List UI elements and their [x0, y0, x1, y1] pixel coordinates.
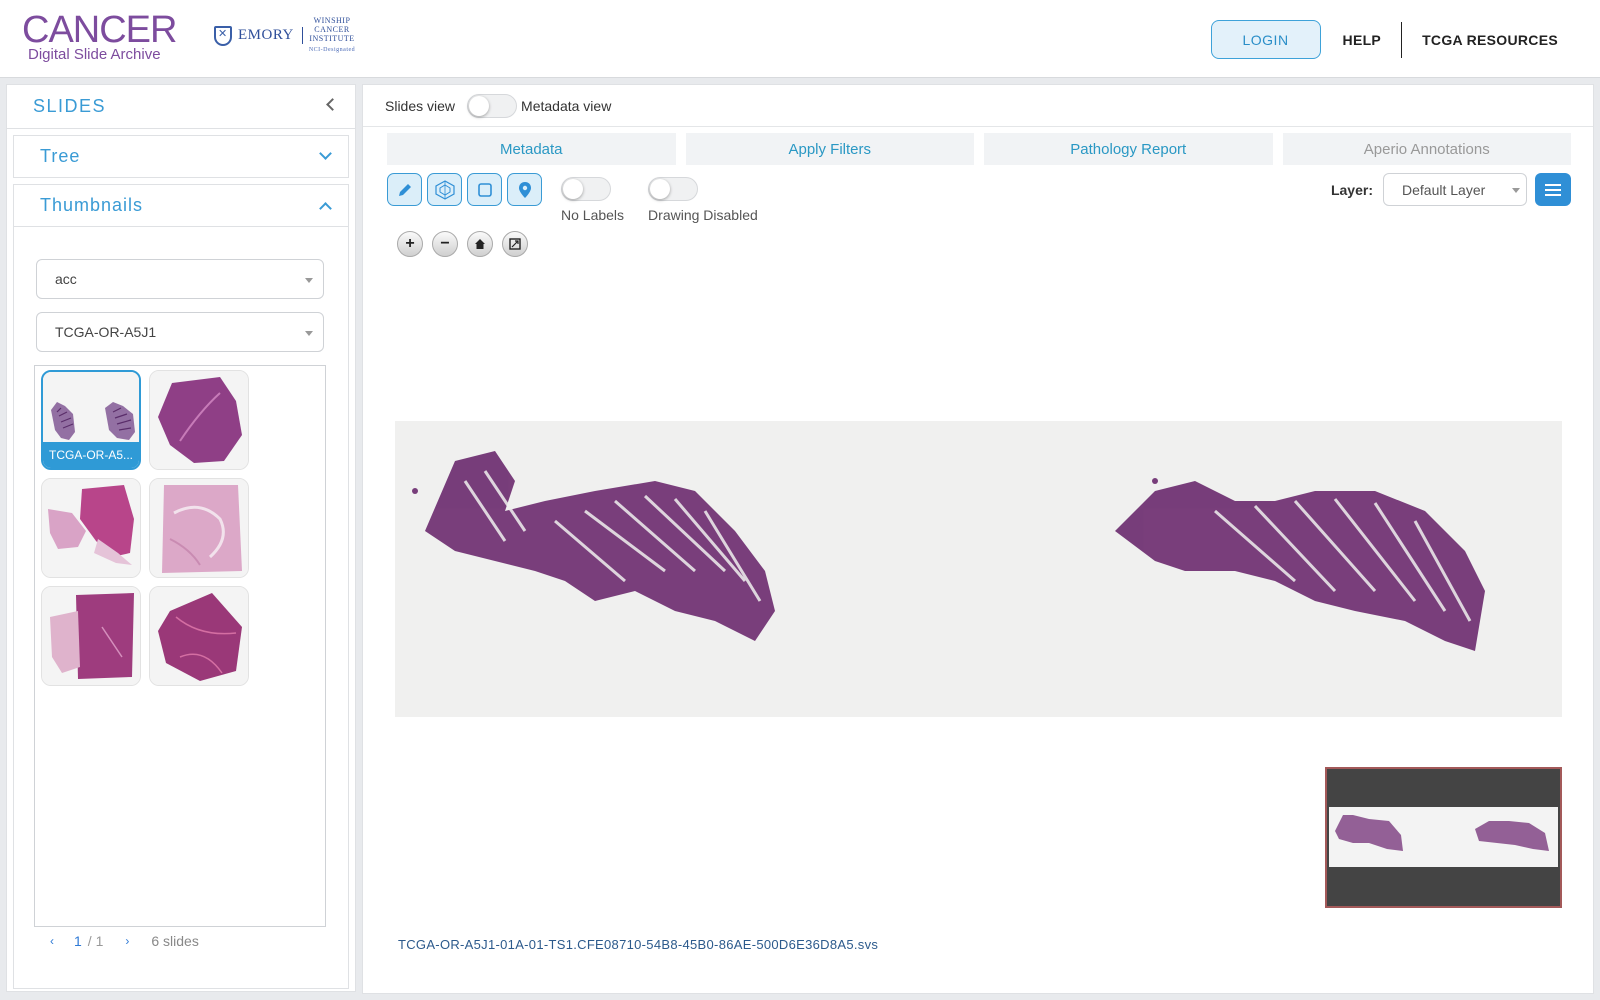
tree-accordion[interactable]: Tree: [13, 135, 349, 178]
tab-metadata[interactable]: Metadata: [387, 133, 676, 165]
map-pin-icon: [518, 181, 531, 198]
slide-filename: TCGA-OR-A5J1-01A-01-TS1.CFE08710-54B8-45…: [398, 937, 879, 952]
thumbnails-panel: acc TCGA-OR-A5J1 TCGA-OR-A5... ‹ 1 / 1 ›…: [13, 227, 349, 989]
case-select[interactable]: TCGA-OR-A5J1: [36, 312, 324, 352]
slide-thumbnail[interactable]: [149, 370, 249, 470]
tissue-slide-image: [395, 421, 1562, 717]
metadata-view-label: Metadata view: [521, 97, 612, 114]
slides-sidebar: SLIDES Tree Thumbnails acc TCGA-OR-A5J1: [6, 84, 356, 992]
tab-apply-filters[interactable]: Apply Filters: [685, 133, 974, 165]
navigator-minimap[interactable]: [1325, 767, 1562, 908]
next-page-button[interactable]: ›: [125, 934, 129, 948]
thumbnails-label: Thumbnails: [40, 195, 144, 215]
slide-thumbnail-image: [150, 479, 248, 577]
layer-selector: Layer: Default Layer: [1331, 173, 1571, 206]
minimap-slide-preview: [1329, 807, 1558, 867]
view-toggle-bar: Slides view Metadata view: [363, 85, 1593, 127]
slide-thumbnail-image: [42, 587, 140, 685]
nci-badge: NCI-Designated: [308, 47, 356, 53]
cancer-dsa-logo[interactable]: CANCER Digital Slide Archive: [22, 9, 177, 63]
slide-thumbnail-image: [42, 479, 140, 577]
slide-viewer-panel: Slides view Metadata view Metadata Apply…: [362, 84, 1594, 994]
help-link[interactable]: HELP: [1343, 32, 1382, 48]
tab-pathology-report[interactable]: Pathology Report: [984, 133, 1273, 165]
emory-winship-logo[interactable]: EMORY WINSHIP CANCER INSTITUTE NCI-Desig…: [214, 16, 355, 55]
view-mode-switch[interactable]: [467, 93, 518, 118]
nav-divider: [1401, 21, 1403, 58]
slide-thumbnail[interactable]: [149, 478, 249, 578]
home-button[interactable]: [467, 231, 493, 257]
thumbnail-grid: TCGA-OR-A5...: [34, 365, 326, 927]
logo-main-text: CANCER: [22, 9, 177, 51]
winship-text: WINSHIP CANCER INSTITUTE NCI-Designated: [308, 16, 356, 53]
thumbnail-pager: ‹ 1 / 1 › 6 slides: [50, 933, 199, 949]
drawing-toggle-group: Drawing Disabled: [648, 177, 758, 223]
total-pages: / 1: [87, 933, 104, 949]
hamburger-menu-button[interactable]: [1535, 173, 1571, 206]
labels-switch[interactable]: [561, 177, 611, 201]
drawing-toggle-label: Drawing Disabled: [648, 207, 758, 223]
zoom-in-button[interactable]: +: [397, 231, 423, 257]
menu-icon: [1545, 183, 1561, 186]
emory-text: EMORY: [238, 27, 303, 44]
collection-select[interactable]: acc: [36, 259, 324, 299]
layer-select[interactable]: Default Layer: [1383, 173, 1527, 206]
slide-thumbnail[interactable]: TCGA-OR-A5...: [41, 370, 141, 470]
slide-image-canvas[interactable]: [395, 421, 1562, 717]
caret-down-icon: [1512, 188, 1520, 193]
tcga-resources-link[interactable]: TCGA RESOURCES: [1422, 32, 1558, 48]
current-page: 1: [74, 933, 82, 949]
point-tool-button[interactable]: [507, 173, 542, 206]
fullscreen-button[interactable]: [502, 231, 528, 257]
slide-thumbnail[interactable]: [41, 478, 141, 578]
slide-thumbnail-image: [150, 587, 248, 685]
emory-shield-icon: [214, 25, 232, 46]
annotation-toggles: No Labels Drawing Disabled: [561, 177, 758, 223]
zoom-controls: + −: [397, 231, 528, 257]
labels-toggle-label: No Labels: [561, 207, 625, 223]
slide-count: 6 slides: [151, 933, 199, 949]
login-button[interactable]: LOGIN: [1210, 20, 1321, 59]
slide-thumbnail-image: [150, 371, 248, 469]
caret-down-icon: [305, 331, 313, 336]
tree-label: Tree: [40, 146, 81, 166]
thumbnails-accordion[interactable]: Thumbnails: [13, 184, 349, 227]
prev-page-button[interactable]: ‹: [50, 934, 54, 948]
slide-thumbnail[interactable]: [41, 586, 141, 686]
viewer-tabs: Metadata Apply Filters Pathology Report …: [387, 133, 1571, 165]
slides-view-label: Slides view: [385, 97, 456, 114]
polygon-icon: [434, 179, 455, 200]
tab-aperio-annotations[interactable]: Aperio Annotations: [1282, 133, 1571, 165]
labels-toggle-group: No Labels: [561, 177, 624, 223]
logo-sub-text: Digital Slide Archive: [28, 46, 161, 63]
zoom-out-button[interactable]: −: [432, 231, 458, 257]
chevron-down-icon: [319, 147, 332, 160]
chevron-up-icon: [319, 202, 332, 215]
caret-down-icon: [305, 278, 313, 283]
layer-label: Layer:: [1330, 181, 1373, 198]
pencil-tool-button[interactable]: [387, 173, 422, 206]
sidebar-title: SLIDES: [33, 96, 107, 116]
sidebar-header: SLIDES: [7, 85, 355, 129]
slide-thumbnail[interactable]: [149, 586, 249, 686]
minimap-image: [1329, 807, 1558, 867]
polygon-tool-button[interactable]: [427, 173, 462, 206]
collapse-sidebar-icon[interactable]: [326, 98, 339, 111]
fullscreen-icon: [509, 238, 521, 250]
slide-thumbnail-label: TCGA-OR-A5...: [43, 442, 139, 468]
annotation-toolbar: [387, 173, 542, 206]
rectangle-tool-button[interactable]: [467, 173, 502, 206]
square-icon: [477, 182, 492, 197]
home-icon: [475, 239, 485, 249]
top-nav: LOGIN HELP TCGA RESOURCES: [1210, 20, 1600, 59]
drawing-switch[interactable]: [648, 177, 699, 201]
pencil-icon: [398, 183, 411, 196]
top-header: CANCER Digital Slide Archive EMORY WINSH…: [0, 0, 1600, 78]
